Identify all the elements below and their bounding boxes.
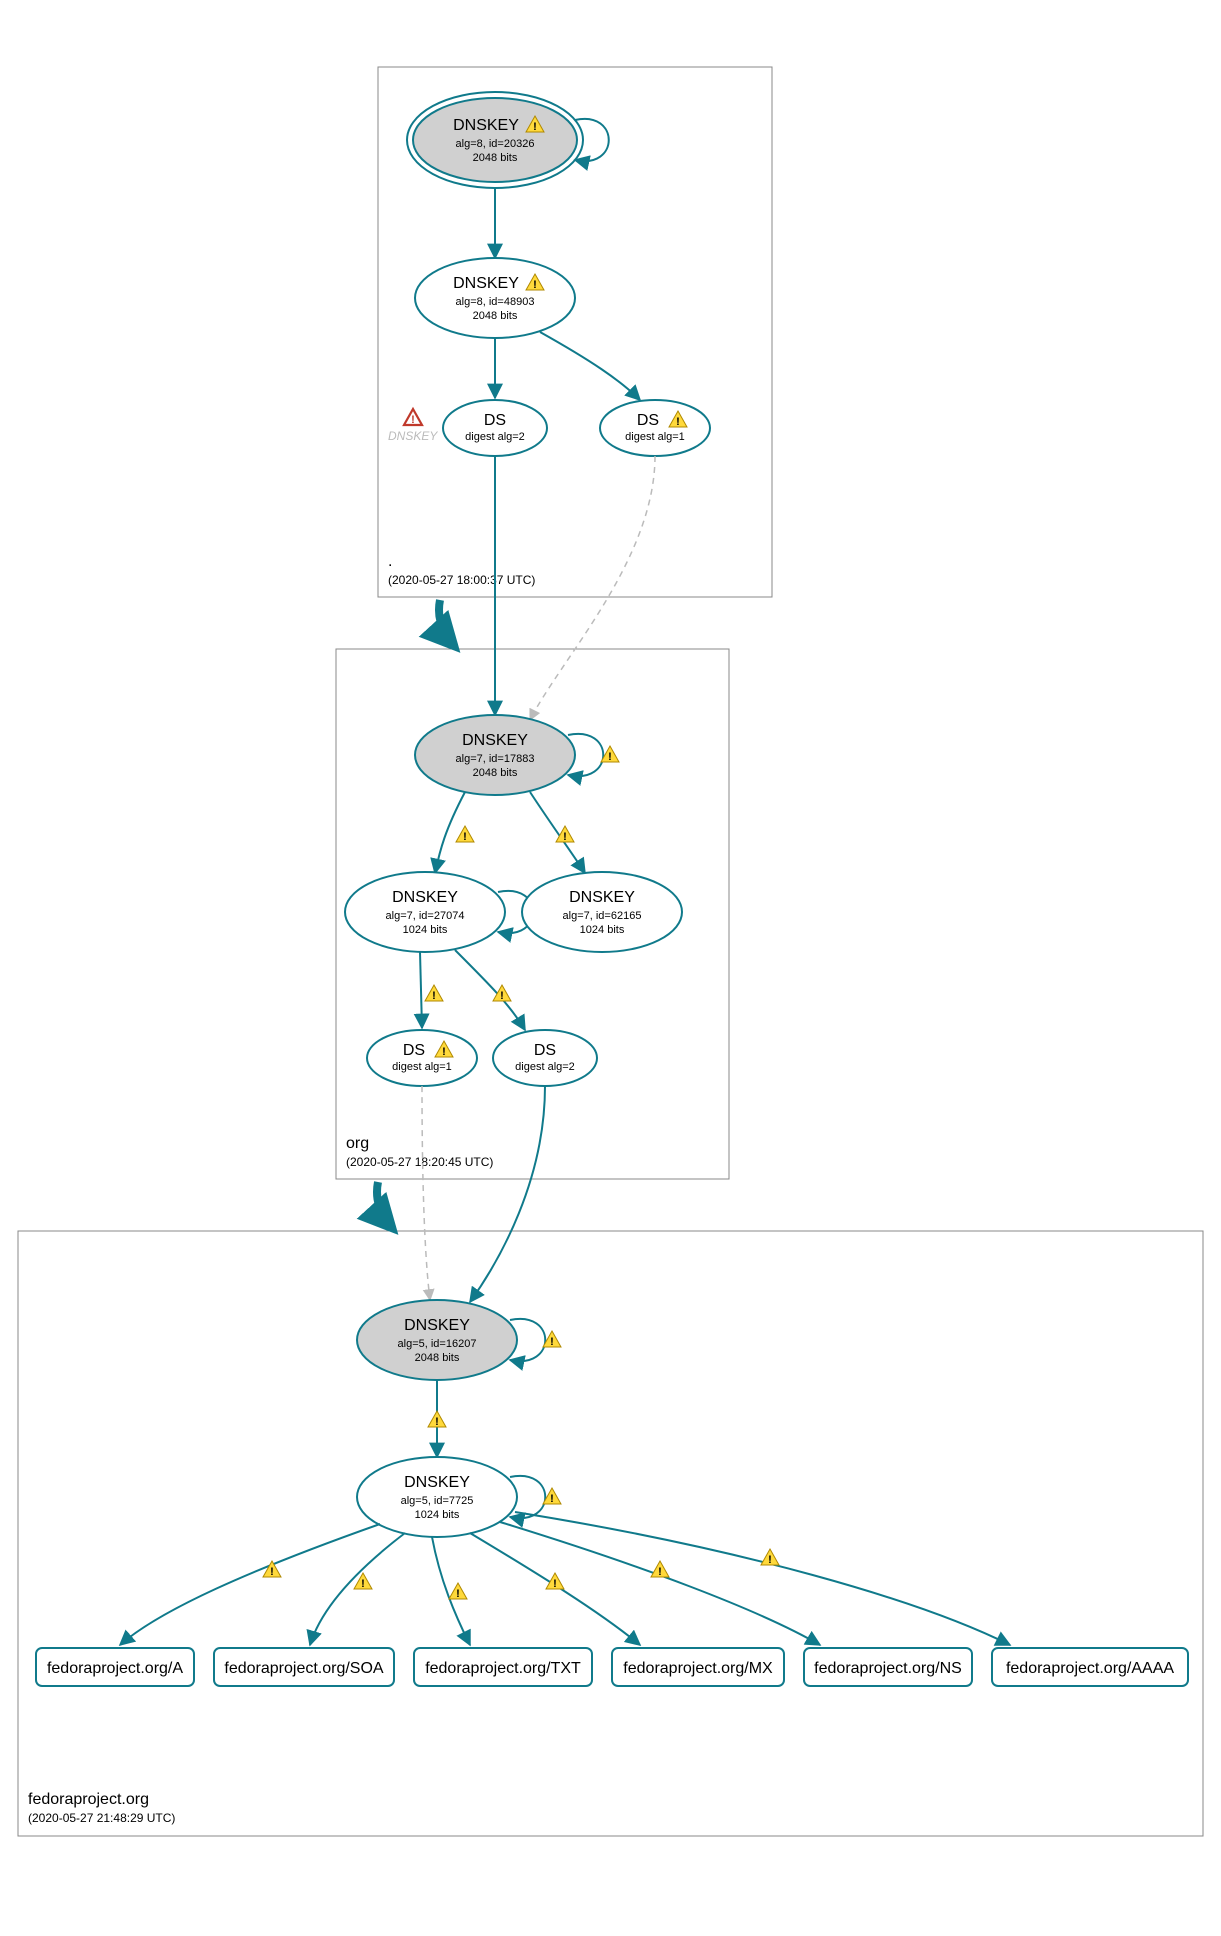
- node-record-ns: fedoraproject.org/NS: [804, 1648, 972, 1686]
- node-org-zsk1: DNSKEY alg=7, id=27074 1024 bits: [345, 872, 505, 952]
- svg-text:DNSKEY: DNSKEY: [388, 429, 438, 443]
- node-record-txt: fedoraproject.org/TXT: [414, 1648, 592, 1686]
- svg-text:2048 bits: 2048 bits: [473, 310, 518, 322]
- node-record-soa: fedoraproject.org/SOA: [214, 1648, 394, 1686]
- edge-root-ds2-to-org-ksk: [530, 456, 655, 720]
- svg-text:DNSKEY: DNSKEY: [462, 732, 528, 749]
- edge-fed-zsk-to-a: [120, 1524, 380, 1645]
- zone-ts-org: (2020-05-27 18:20:45 UTC): [346, 1155, 493, 1169]
- svg-text:2048 bits: 2048 bits: [473, 152, 518, 164]
- svg-text:fedoraproject.org/NS: fedoraproject.org/NS: [814, 1660, 962, 1677]
- node-root-zsk: DNSKEY alg=8, id=48903 2048 bits: [415, 258, 575, 338]
- warning-icon: [428, 1411, 446, 1428]
- warning-icon: [425, 985, 443, 1002]
- edge-org-ds2-to-fed-ksk: [470, 1086, 545, 1302]
- svg-text:DNSKEY: DNSKEY: [569, 889, 635, 906]
- svg-text:fedoraproject.org/AAAA: fedoraproject.org/AAAA: [1006, 1660, 1174, 1677]
- svg-text:2048 bits: 2048 bits: [473, 767, 518, 779]
- svg-text:DS: DS: [534, 1042, 556, 1059]
- svg-text:digest alg=1: digest alg=1: [625, 431, 685, 443]
- edge-org-zsk1-to-ds1: [420, 952, 422, 1028]
- svg-text:alg=7, id=27074: alg=7, id=27074: [386, 910, 465, 922]
- zone-ts-root: (2020-05-27 18:00:37 UTC): [388, 573, 535, 587]
- svg-text:alg=5, id=7725: alg=5, id=7725: [401, 1495, 474, 1507]
- edge-fed-zsk-to-aaaa: [515, 1512, 1010, 1645]
- ghost-dnskey: DNSKEY: [388, 409, 438, 443]
- zone-ts-fedora: (2020-05-27 21:48:29 UTC): [28, 1811, 175, 1825]
- warning-icon: [651, 1561, 669, 1578]
- svg-text:fedoraproject.org/A: fedoraproject.org/A: [47, 1660, 183, 1677]
- edge-org-zsk1-to-ds2: [455, 950, 525, 1030]
- node-fed-ksk: DNSKEY alg=5, id=16207 2048 bits: [357, 1300, 517, 1380]
- svg-text:alg=7, id=17883: alg=7, id=17883: [456, 753, 535, 765]
- svg-text:fedoraproject.org/TXT: fedoraproject.org/TXT: [425, 1660, 581, 1677]
- svg-text:DS: DS: [637, 412, 659, 429]
- zone-label-org: org: [346, 1135, 369, 1152]
- warning-icon: [456, 826, 474, 843]
- svg-text:1024 bits: 1024 bits: [415, 1509, 460, 1521]
- edge-root-ksk-self: [575, 119, 609, 161]
- warning-icon: [449, 1583, 467, 1600]
- edge-org-ds1-to-fed-ksk: [422, 1086, 430, 1300]
- svg-text:alg=5, id=16207: alg=5, id=16207: [398, 1338, 477, 1350]
- node-org-ksk: DNSKEY alg=7, id=17883 2048 bits: [415, 715, 575, 795]
- node-root-ds2: DS digest alg=1: [600, 400, 710, 456]
- svg-text:DNSKEY: DNSKEY: [404, 1317, 470, 1334]
- edge-zone-org-to-fedora: [377, 1182, 393, 1229]
- node-org-ds1: DS digest alg=1: [367, 1030, 477, 1086]
- node-fed-zsk: DNSKEY alg=5, id=7725 1024 bits: [357, 1457, 517, 1537]
- zone-box-fedora: [18, 1231, 1203, 1836]
- svg-text:1024 bits: 1024 bits: [403, 924, 448, 936]
- svg-text:DS: DS: [484, 412, 506, 429]
- svg-text:DNSKEY: DNSKEY: [404, 1474, 470, 1491]
- zone-label-root: .: [388, 553, 392, 570]
- node-root-ds1: DS digest alg=2: [443, 400, 547, 456]
- edge-zone-root-to-org: [439, 600, 455, 647]
- node-org-zsk2: DNSKEY alg=7, id=62165 1024 bits: [522, 872, 682, 952]
- edge-org-ksk-to-zsk1: [435, 792, 465, 873]
- svg-text:DNSKEY: DNSKEY: [453, 275, 519, 292]
- node-record-aaaa: fedoraproject.org/AAAA: [992, 1648, 1188, 1686]
- edge-fed-zsk-to-txt: [432, 1537, 470, 1645]
- svg-text:fedoraproject.org/MX: fedoraproject.org/MX: [623, 1660, 773, 1677]
- zone-label-fedora: fedoraproject.org: [28, 1791, 149, 1808]
- node-root-ksk: DNSKEY alg=8, id=20326 2048 bits: [407, 92, 583, 188]
- svg-text:2048 bits: 2048 bits: [415, 1352, 460, 1364]
- svg-text:alg=8, id=20326: alg=8, id=20326: [456, 138, 535, 150]
- svg-text:DNSKEY: DNSKEY: [453, 117, 519, 134]
- edge-org-ksk-to-zsk2: [530, 792, 585, 873]
- svg-text:DNSKEY: DNSKEY: [392, 889, 458, 906]
- node-record-mx: fedoraproject.org/MX: [612, 1648, 784, 1686]
- svg-text:DS: DS: [403, 1042, 425, 1059]
- warning-icon: [761, 1549, 779, 1566]
- node-org-ds2: DS digest alg=2: [493, 1030, 597, 1086]
- svg-text:digest alg=2: digest alg=2: [465, 431, 525, 443]
- edge-root-zsk-to-ds2: [540, 332, 640, 400]
- warning-icon: [493, 985, 511, 1002]
- svg-text:alg=8, id=48903: alg=8, id=48903: [456, 296, 535, 308]
- svg-text:digest alg=2: digest alg=2: [515, 1061, 575, 1073]
- node-record-a: fedoraproject.org/A: [36, 1648, 194, 1686]
- svg-text:1024 bits: 1024 bits: [580, 924, 625, 936]
- edge-fed-zsk-to-ns: [500, 1522, 820, 1645]
- svg-text:alg=7, id=62165: alg=7, id=62165: [563, 910, 642, 922]
- svg-text:fedoraproject.org/SOA: fedoraproject.org/SOA: [224, 1660, 384, 1677]
- warning-icon: [263, 1561, 281, 1578]
- error-icon: [404, 409, 422, 426]
- svg-text:digest alg=1: digest alg=1: [392, 1061, 452, 1073]
